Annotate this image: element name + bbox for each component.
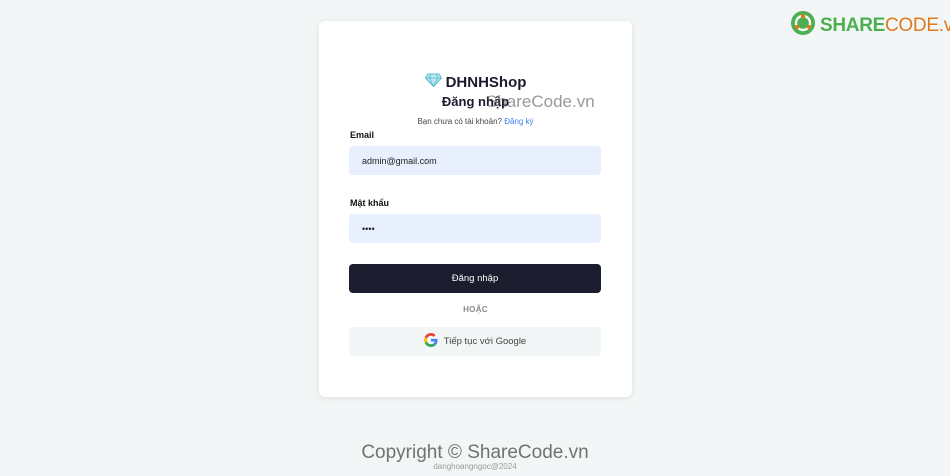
login-button[interactable]: Đăng nhập (349, 264, 601, 293)
diamond-icon (424, 73, 442, 92)
copyright-watermark: Copyright © ShareCode.vn (361, 442, 589, 463)
signup-link[interactable]: Đăng ký (504, 117, 533, 126)
email-value: admin@gmail.com (362, 155, 437, 166)
signup-prompt-text: Bạn chưa có tài khoản? (417, 117, 502, 126)
password-field[interactable]: •••• (349, 214, 601, 243)
brand-name: DHNHShop (445, 74, 527, 91)
google-icon (423, 333, 438, 350)
brand: DHNHShop (319, 73, 632, 92)
password-value: •••• (362, 223, 375, 234)
email-field[interactable]: admin@gmail.com (349, 146, 601, 175)
password-label: Mật khẩu (350, 198, 390, 208)
sharecode-logo-icon (790, 10, 816, 41)
logo-share: SHARE (820, 14, 886, 36)
footer-text: danghoangngoc@2024 (433, 462, 517, 471)
login-card: DHNHShop Đăng nhập Bạn chưa có tài khoản… (319, 21, 632, 397)
logo-code: CODE.vn (885, 14, 950, 36)
signup-prompt: Bạn chưa có tài khoản? Đăng ký (319, 117, 632, 126)
watermark-text: ShareCode.vn (486, 92, 595, 111)
sharecode-logo-text: SHARECODE.vn (820, 15, 950, 37)
email-label: Email (350, 130, 375, 140)
google-login-label: Tiếp tục với Google (443, 336, 527, 347)
or-divider: HOẶC (463, 305, 488, 314)
sharecode-logo: SHARECODE.vn (790, 10, 950, 41)
google-login-button[interactable]: Tiếp tục với Google (349, 327, 601, 356)
